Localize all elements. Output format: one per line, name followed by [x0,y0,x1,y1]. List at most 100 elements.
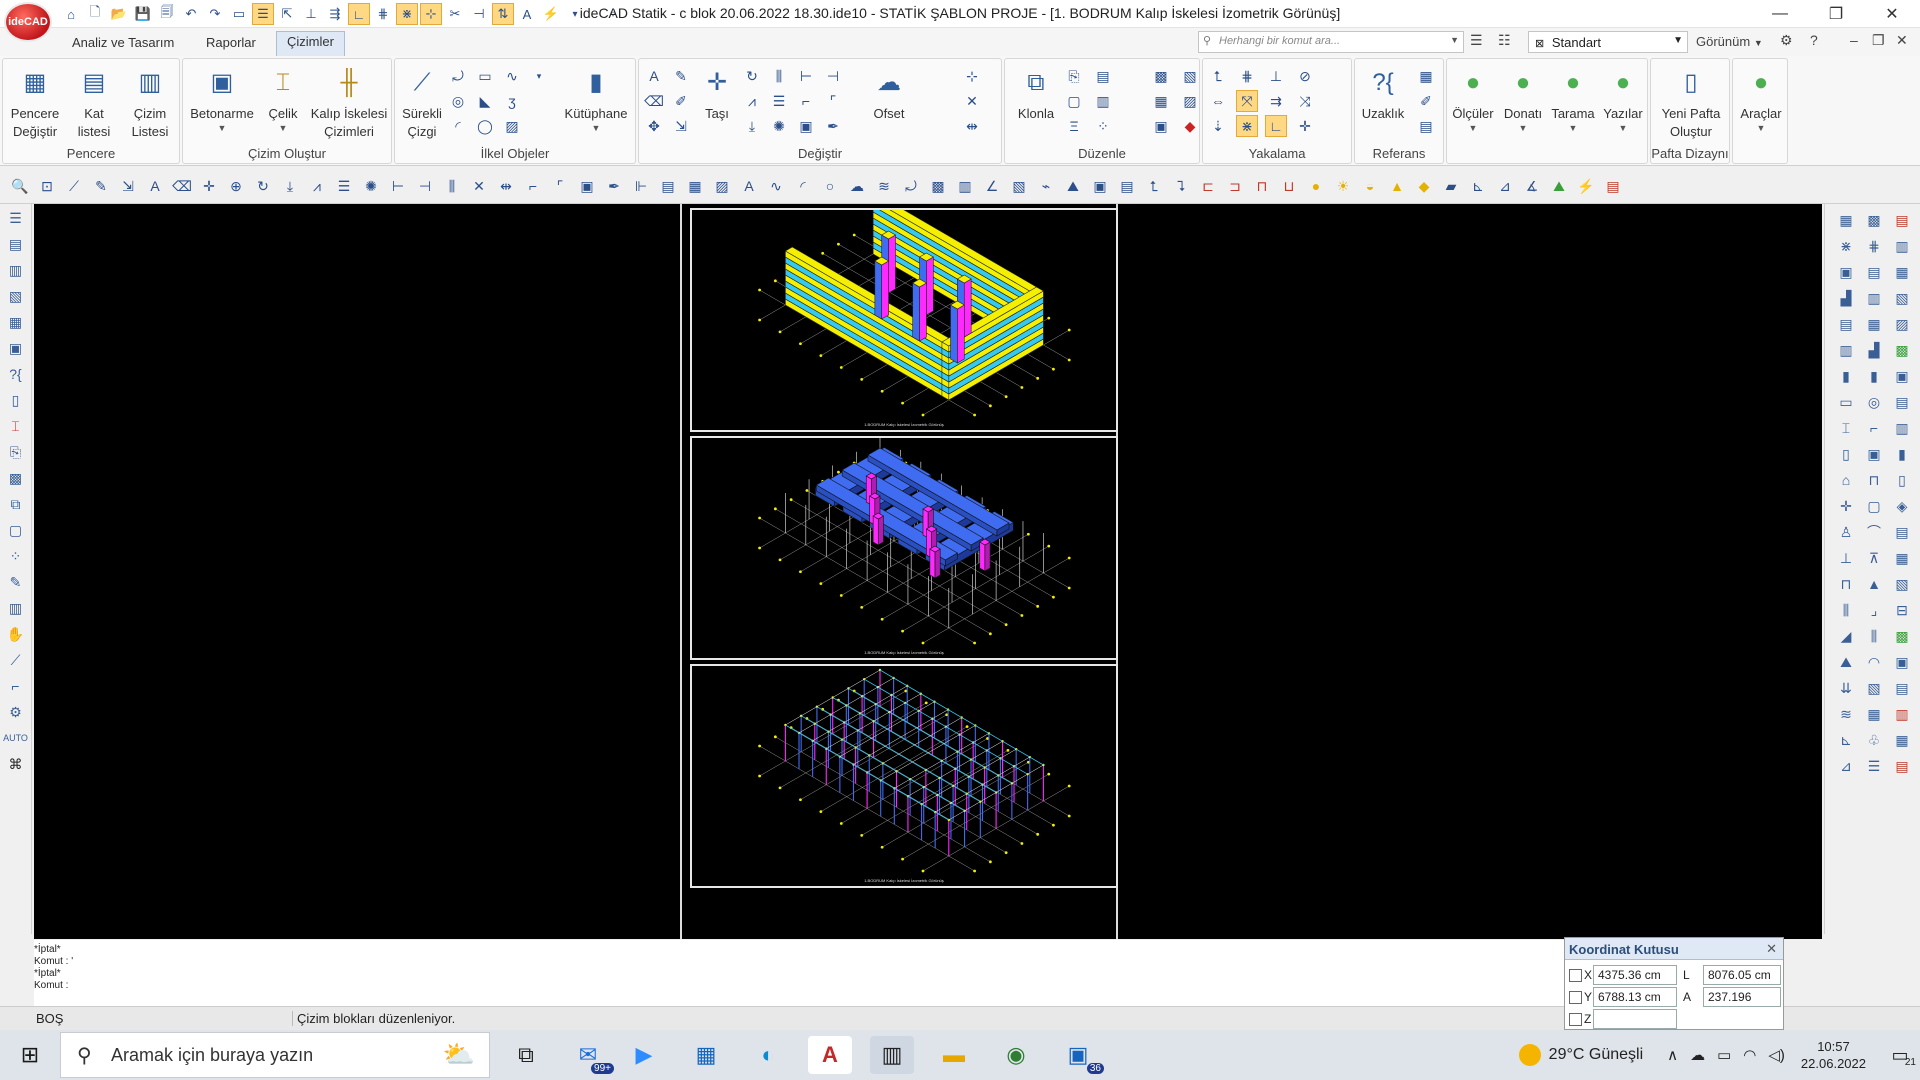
brush-icon[interactable]: ✐ [670,90,692,112]
support-icon[interactable]: ⊥ [1833,546,1859,570]
isometric-panel-1[interactable]: 1.BODRUM Kalıp İskelesi İzometrik Görünü… [690,208,1118,432]
select-line-icon[interactable]: ⟋ [62,175,86,197]
block-icon[interactable]: ▣ [795,115,817,137]
move-grid-icon[interactable]: ✥ [643,115,665,137]
insert-icon[interactable]: ▧ [1007,175,1031,197]
stair-icon[interactable]: ▟ [1861,338,1887,362]
order-icon[interactable]: ▦ [1150,90,1172,112]
isometric-panel-3[interactable]: 1.BODRUM Kalıp İskelesi İzometrik Görünü… [690,664,1118,888]
roof-icon[interactable]: ⌂ [1833,468,1859,492]
windows-start-icon[interactable]: ⊞ [8,1040,52,1070]
spline-icon[interactable]: ∿ [501,65,523,87]
chart-icon[interactable]: ⊿ [1833,754,1859,778]
grid-icon[interactable]: ▦ [1833,208,1859,232]
windows-icon[interactable]: ▤ [1115,175,1139,197]
x-coordinate-field[interactable]: 4375.36 cm [1593,965,1677,985]
cloud-icon[interactable]: ◯ [474,115,496,137]
tab-raporlar[interactable]: Raporlar [196,33,266,52]
layer-icon[interactable]: ▥ [1092,90,1114,112]
drawing-sheet[interactable]: 1.BODRUM Kalıp İskelesi İzometrik Görünü… [680,204,1118,939]
sun-icon[interactable]: ◒ [1358,175,1382,197]
hatch-icon[interactable]: ▩ [926,175,950,197]
pen-icon[interactable]: ✎ [670,65,692,87]
rotate-icon[interactable]: ↻ [741,65,763,87]
report21-icon[interactable]: ▦ [1889,728,1915,752]
scale-icon[interactable]: ⤓ [741,115,763,137]
file-explorer-icon[interactable]: ▬ [932,1036,976,1074]
box-icon[interactable]: ▣ [1861,442,1887,466]
olculer-button[interactable]: ● Ölçüler ▼ [1449,63,1497,134]
text-a-icon[interactable]: A [737,175,761,197]
report11-icon[interactable]: ▯ [1889,468,1915,492]
z-coordinate-field[interactable] [1593,1009,1677,1029]
icon-grid-icon[interactable]: ▦ [1861,702,1887,726]
layers-icon[interactable]: ▤ [2,232,30,256]
zoom-icon[interactable]: 🔍 [8,175,32,197]
grid-icon[interactable]: ▦ [683,175,707,197]
footing-icon[interactable]: ⊓ [1833,572,1859,596]
drawing-canvas[interactable]: 1.BODRUM Kalıp İskelesi İzometrik Görünü… [34,204,1822,939]
rectangle-icon[interactable]: ▭ [474,65,496,87]
zoom-app-icon[interactable]: ▶ [622,1036,666,1074]
tab-analiz[interactable]: Analiz ve Tasarım [62,33,184,52]
report13-icon[interactable]: ▤ [1889,520,1915,544]
axis1-icon[interactable]: ⊏ [1196,175,1220,197]
chevron-up-icon[interactable]: ∧ [1667,1046,1678,1064]
arc2-icon[interactable]: ◜ [447,115,469,137]
beam-icon[interactable]: ⌶ [1833,416,1859,440]
yeni-pafta-button[interactable]: ▯ Yeni Pafta Oluştur [1653,63,1729,141]
snap-end-icon[interactable]: ⮤ [1207,65,1229,87]
calc-icon[interactable]: ▤ [1415,115,1437,137]
mail-icon[interactable]: ✉ 99+ [566,1036,614,1074]
divide-icon[interactable]: ⇹ [961,115,983,137]
rebar-icon[interactable]: ⚙ [2,700,30,724]
chamfer-icon[interactable]: ⌜ [548,175,572,197]
window-icon[interactable]: ▤ [1833,312,1859,336]
l-length-field[interactable]: 8076.05 cm [1703,965,1781,985]
cone-icon[interactable]: ▲ [1385,175,1409,197]
box2-icon[interactable]: ▧ [1861,676,1887,700]
report20-icon[interactable]: ▥ [1889,702,1915,726]
kutuphane-button[interactable]: ▮ Kütüphane ▼ [559,63,633,134]
join-icon[interactable]: ✕ [961,90,983,112]
load-icon[interactable]: ⇊ [1833,676,1859,700]
explode-icon[interactable]: ✺ [359,175,383,197]
store-icon[interactable]: ▦ [684,1036,728,1074]
doc-icon[interactable]: ▯ [2,388,30,412]
section-icon[interactable]: ▥ [2,596,30,620]
app-logo[interactable]: ideCAD [4,2,52,42]
paste-icon[interactable]: ▢ [1063,90,1085,112]
kalip-iskelesi-button[interactable]: ╫ Kalıp İskelesi Çizimleri [307,63,391,141]
spline-icon[interactable]: ∿ [764,175,788,197]
report8-icon[interactable]: ▤ [1889,390,1915,414]
stack-icon[interactable]: ▥ [2,258,30,282]
leader-icon[interactable]: ʒ [501,90,523,112]
report16-icon[interactable]: ⊟ [1889,598,1915,622]
pick-icon[interactable]: ⇲ [116,175,140,197]
snap-near-icon[interactable]: ⤨ [1294,90,1316,112]
break-icon[interactable]: ⫼ [440,175,464,197]
ramp-icon[interactable]: ◢ [1833,624,1859,648]
axes2-icon[interactable]: ⊿ [1493,175,1517,197]
cizim-listesi-button[interactable]: ▥ Çizim Listesi [123,63,177,141]
stretch-icon[interactable]: ☰ [768,90,790,112]
doc-restore-icon[interactable]: ❐ [1872,32,1885,49]
column-icon[interactable]: ▮ [1833,364,1859,388]
chrome-icon[interactable]: ◉ [994,1036,1038,1074]
offset-icon[interactable]: ⇹ [494,175,518,197]
autocad-icon[interactable]: A [808,1036,852,1074]
list-icon[interactable]: ☰ [2,206,30,230]
betonarme-button[interactable]: ▣ Betonarme ▼ [187,63,257,134]
report18-icon[interactable]: ▣ [1889,650,1915,674]
join-icon[interactable]: ✕ [467,175,491,197]
tarama-button[interactable]: ● Tarama ▼ [1549,63,1597,134]
report5-icon[interactable]: ▨ [1889,312,1915,336]
landscape-icon[interactable]: ⛰ [1833,650,1859,674]
taskbar-search-input[interactable]: ⚲ Aramak için buraya yazın ⛅ [60,1032,490,1078]
dome-icon[interactable]: ◠ [1861,650,1887,674]
match-icon[interactable]: ⇲ [670,115,692,137]
report4-icon[interactable]: ▧ [1889,286,1915,310]
snap-parallel-icon[interactable]: ⇉ [1265,90,1287,112]
print-icon[interactable]: ▤ [1601,175,1625,197]
surekli-cizgi-button[interactable]: ⟋ Sürekli Çizgi [399,63,445,141]
